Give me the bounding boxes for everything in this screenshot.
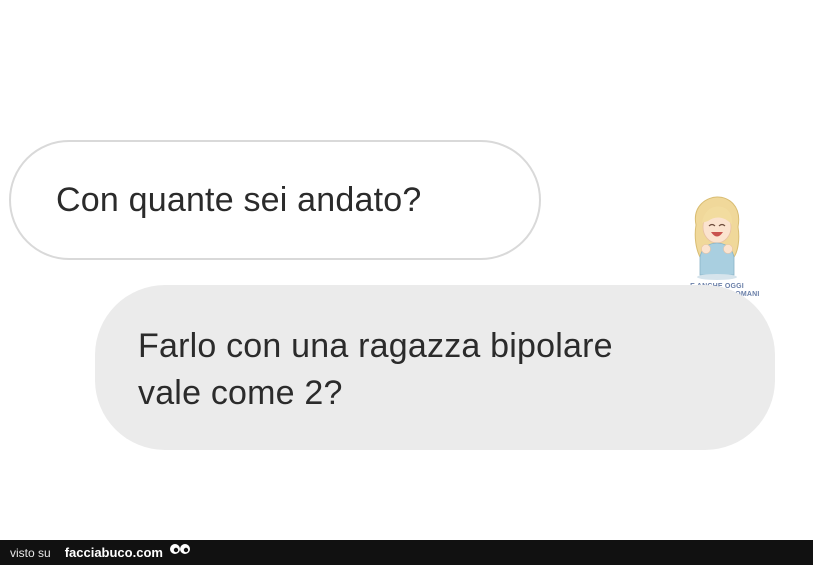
watermark-character: E ANCHE OGGI SI RIMORCHIO DOMANI bbox=[676, 195, 759, 298]
laughing-girl-icon bbox=[694, 196, 740, 280]
sent-message-bubble[interactable]: Farlo con una ragazza bipolare vale come… bbox=[95, 285, 775, 450]
sent-message-line-1: Farlo con una ragazza bipolare bbox=[138, 327, 613, 365]
site-link[interactable]: facciabuco.com bbox=[65, 545, 163, 560]
received-message-bubble[interactable]: Con quante sei andato? bbox=[9, 140, 541, 260]
chat-area: Con quante sei andato? E ANCHE OGGI SI R… bbox=[0, 0, 813, 540]
visto-su-label: visto su bbox=[10, 545, 51, 560]
footer-bar: visto su facciabuco.com bbox=[0, 540, 813, 565]
eyes-icon bbox=[169, 542, 191, 558]
received-message-text: Con quante sei andato? bbox=[56, 181, 422, 219]
sent-message-line-2: vale come 2? bbox=[138, 374, 343, 412]
